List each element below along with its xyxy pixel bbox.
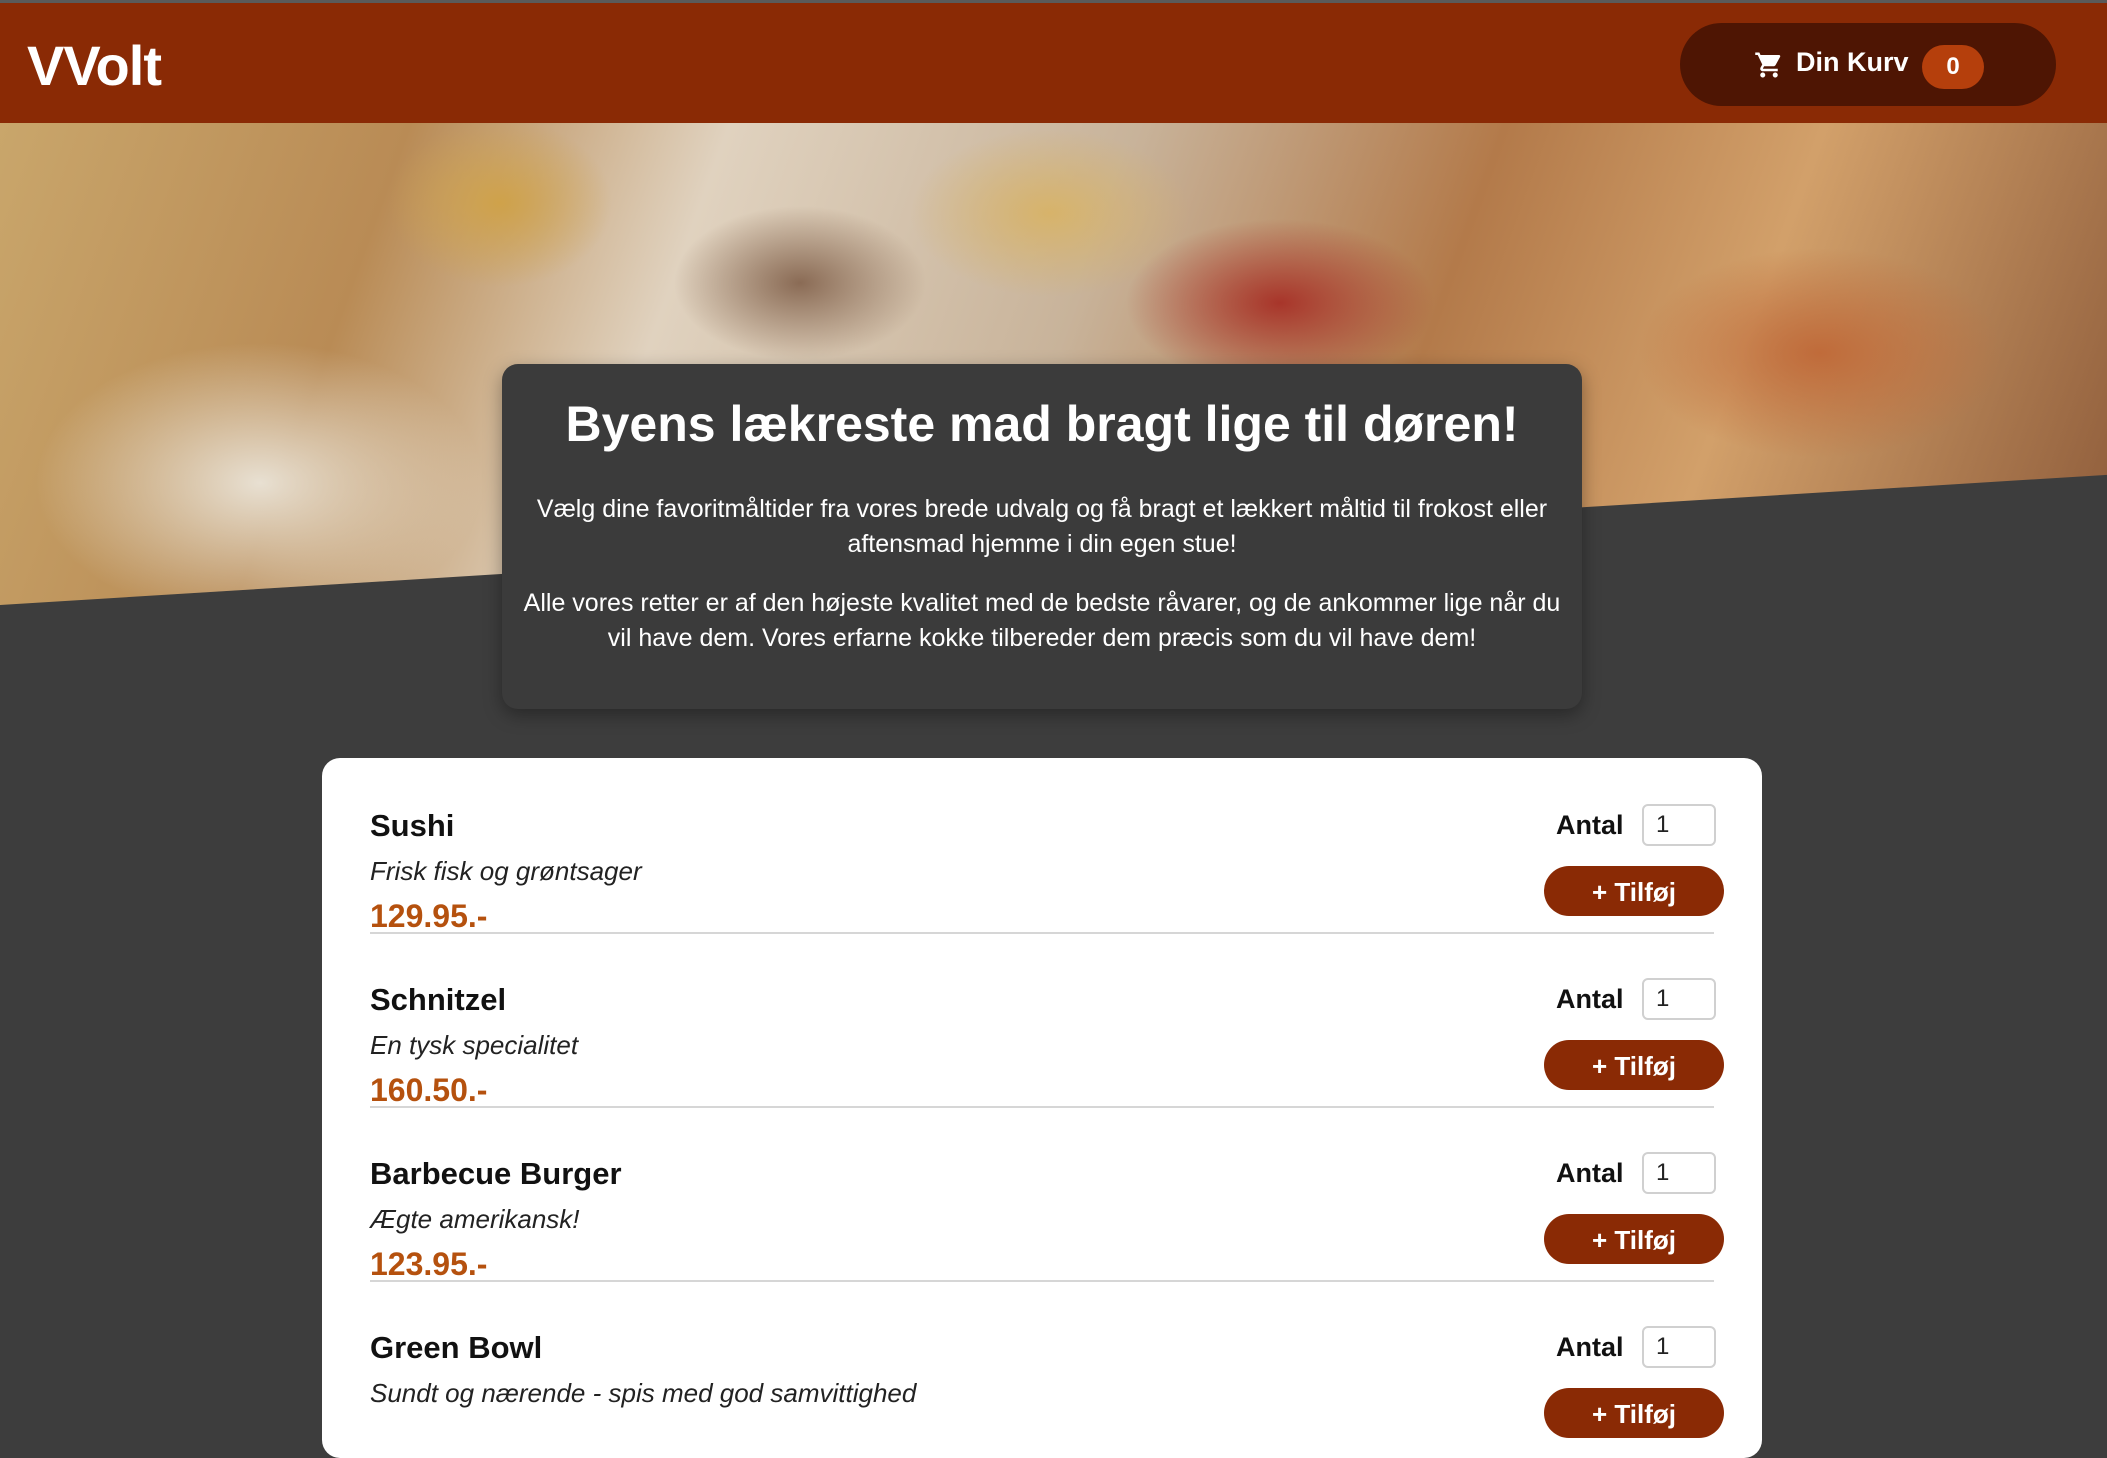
menu-item: Schnitzel En tysk specialitet 160.50.- A…	[370, 932, 1724, 1108]
quantity-input[interactable]	[1642, 804, 1716, 846]
hero-paragraph-2: Alle vores retter er af den højeste kval…	[523, 589, 1561, 652]
item-name: Barbecue Burger	[370, 1156, 622, 1191]
add-to-cart-button[interactable]: + Tilføj	[1544, 866, 1724, 916]
item-price: 160.50.-	[370, 1072, 488, 1108]
site-logo[interactable]: VVolt	[27, 33, 162, 98]
menu-item: Green Bowl Sundt og nærende - spis med g…	[370, 1280, 1724, 1454]
cart-button[interactable]: Din Kurv 0	[1680, 23, 2056, 106]
item-price: 129.95.-	[370, 898, 488, 934]
hero-title: Byens lækreste mad bragt lige til døren!	[565, 396, 1519, 452]
add-to-cart-button[interactable]: + Tilføj	[1544, 1388, 1724, 1438]
quantity-label: Antal	[1556, 1158, 1624, 1188]
quantity-label: Antal	[1556, 1332, 1624, 1362]
item-name: Sushi	[370, 808, 455, 843]
item-name: Green Bowl	[370, 1330, 543, 1365]
menu-list: Sushi Frisk fisk og grøntsager 129.95.- …	[322, 758, 1762, 1458]
item-description: Sundt og nærende - spis med god samvitti…	[370, 1378, 917, 1408]
site-header: VVolt Din Kurv 0	[0, 3, 2107, 123]
quantity-input[interactable]	[1642, 1326, 1716, 1368]
add-to-cart-button[interactable]: + Tilføj	[1544, 1040, 1724, 1090]
cart-label: Din Kurv	[1796, 47, 1909, 77]
item-description: Ægte amerikansk!	[370, 1204, 580, 1234]
menu-item: Sushi Frisk fisk og grøntsager 129.95.- …	[370, 758, 1724, 934]
item-price: 123.95.-	[370, 1246, 488, 1282]
hero-card: Byens lækreste mad bragt lige til døren!…	[502, 364, 1582, 709]
quantity-label: Antal	[1556, 984, 1624, 1014]
menu-item: Barbecue Burger Ægte amerikansk! 123.95.…	[370, 1106, 1724, 1282]
item-name: Schnitzel	[370, 982, 507, 1017]
quantity-input[interactable]	[1642, 978, 1716, 1020]
shopping-cart-icon	[1755, 52, 1781, 78]
add-to-cart-button[interactable]: + Tilføj	[1544, 1214, 1724, 1264]
quantity-label: Antal	[1556, 810, 1624, 840]
quantity-input[interactable]	[1642, 1152, 1716, 1194]
item-description: En tysk specialitet	[370, 1030, 579, 1060]
item-description: Frisk fisk og grøntsager	[370, 856, 642, 886]
hero-paragraph-1: Vælg dine favoritmåltider fra vores bred…	[536, 495, 1548, 558]
cart-count-badge: 0	[1922, 45, 1984, 89]
